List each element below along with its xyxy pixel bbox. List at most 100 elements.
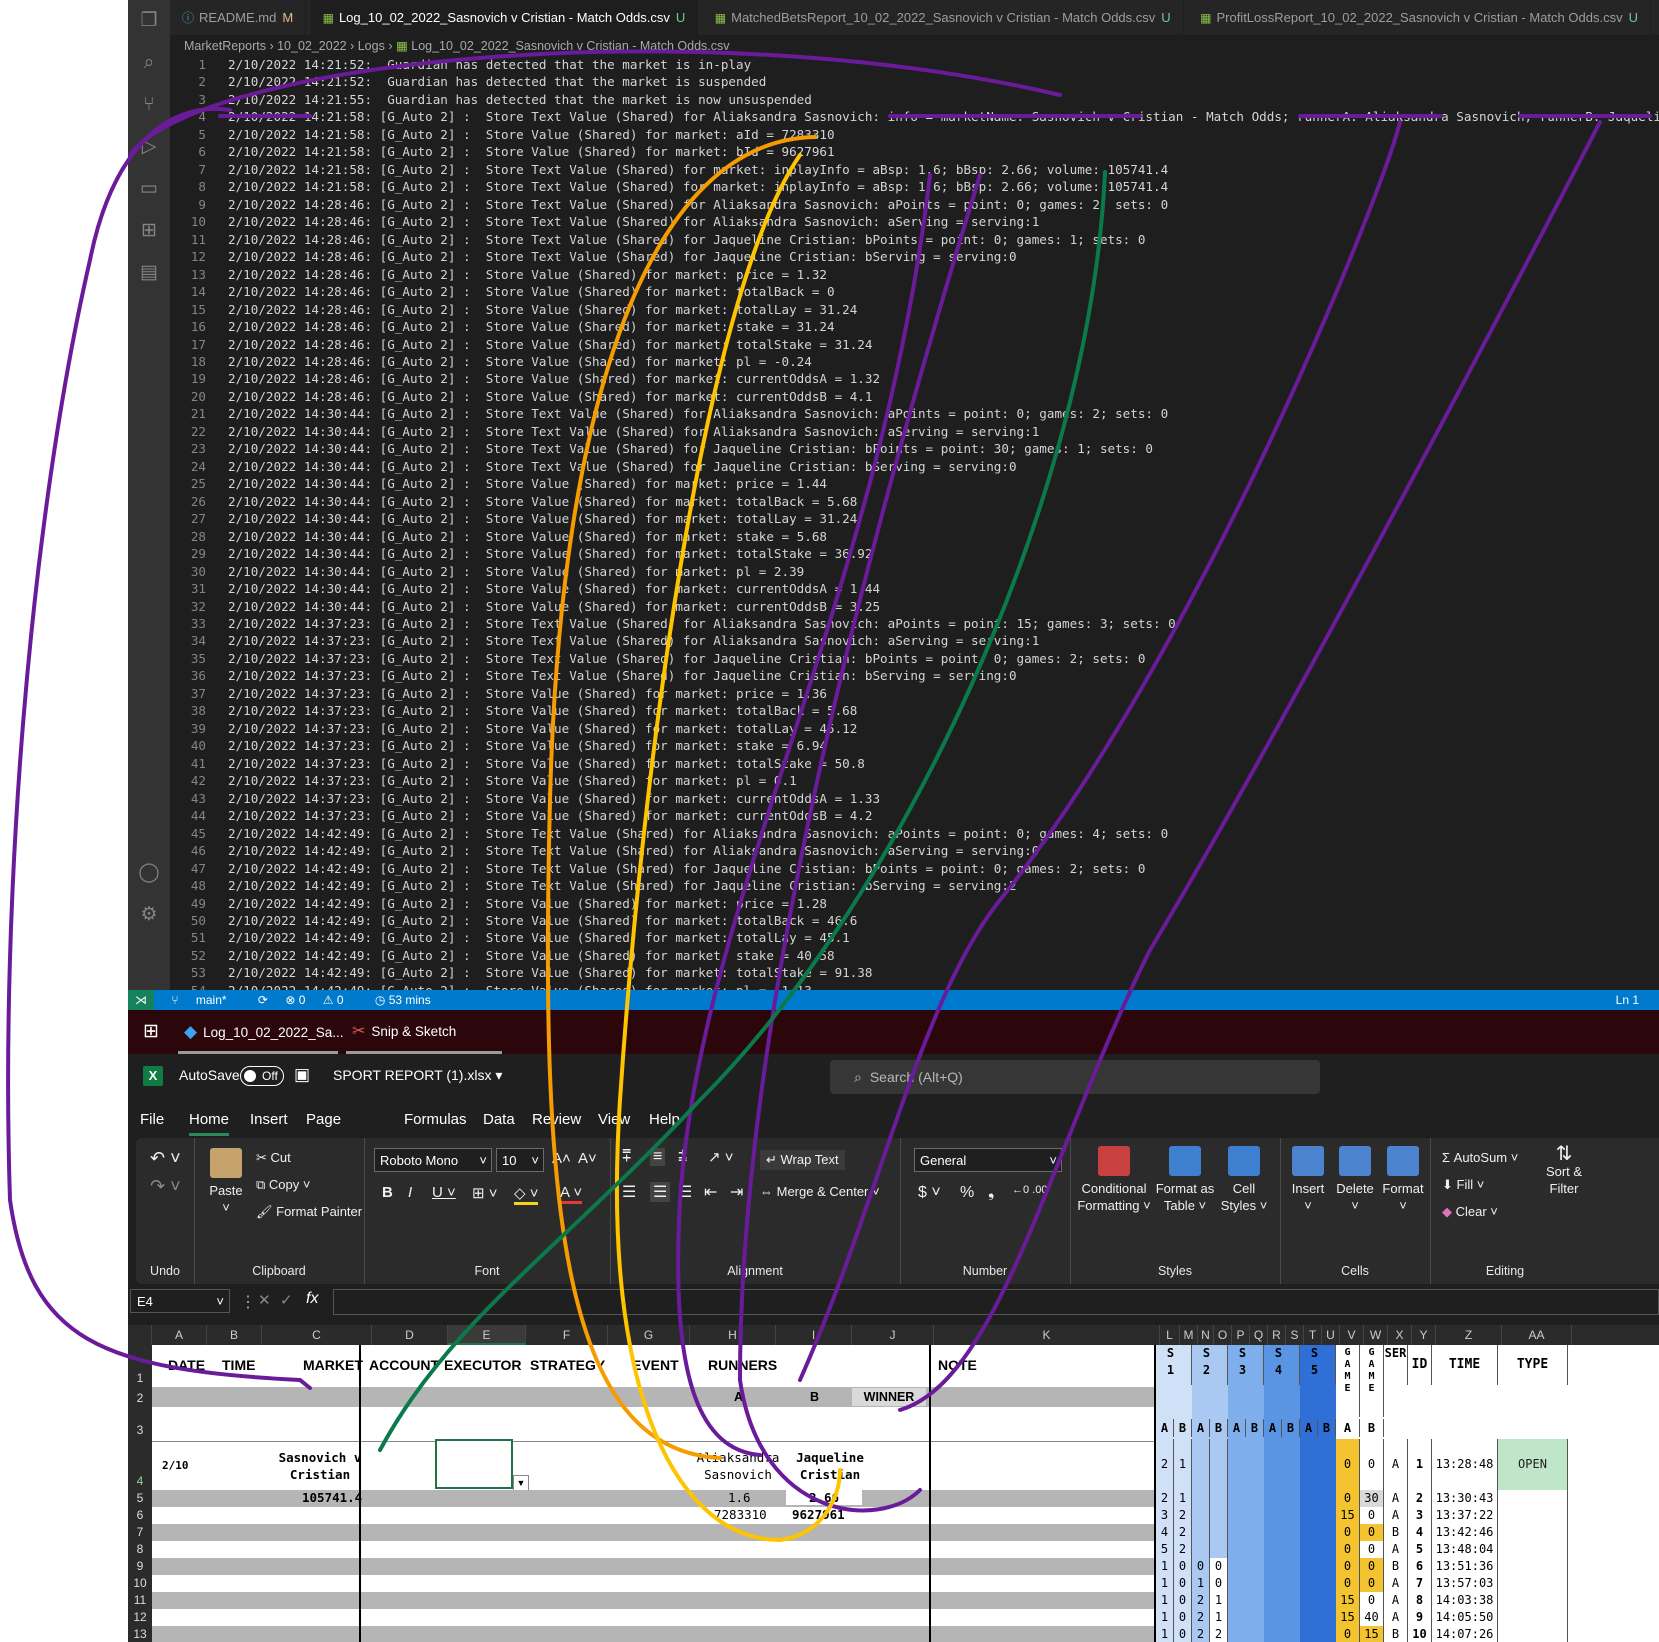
- type-cell[interactable]: [1498, 1507, 1568, 1524]
- code-line[interactable]: 34 2/10/2022 14:37:23: [G_Auto 2] : Store…: [170, 632, 1659, 649]
- set-header-b[interactable]: B: [1210, 1419, 1228, 1437]
- currency-icon[interactable]: $ ˅: [918, 1184, 941, 1202]
- font-size-select[interactable]: 10 ˅: [496, 1148, 544, 1172]
- code-line[interactable]: 23 2/10/2022 14:30:44: [G_Auto 2] : Store…: [170, 440, 1659, 457]
- decimal-icon[interactable]: ←0 .00: [1012, 1184, 1047, 1196]
- score-cell[interactable]: 1: [1156, 1592, 1174, 1609]
- cell-id-b[interactable]: 9627961: [792, 1507, 845, 1522]
- time-cell[interactable]: 14:07:26: [1432, 1626, 1498, 1642]
- taskbar-item-snip[interactable]: ✂ Snip & Sketch: [346, 1010, 502, 1054]
- serve-cell[interactable]: A: [1384, 1507, 1408, 1524]
- cell-runner-b[interactable]: Jaqueline Cristian: [786, 1449, 874, 1483]
- row-header[interactable]: 3: [128, 1423, 152, 1437]
- code-line[interactable]: 33 2/10/2022 14:37:23: [G_Auto 2] : Store…: [170, 615, 1659, 632]
- code-line[interactable]: 39 2/10/2022 14:37:23: [G_Auto 2] : Store…: [170, 720, 1659, 737]
- code-line[interactable]: 44 2/10/2022 14:37:23: [G_Auto 2] : Store…: [170, 807, 1659, 824]
- fill-color-icon[interactable]: ◇ ˅: [514, 1184, 539, 1205]
- code-line[interactable]: 16 2/10/2022 14:28:46: [G_Auto 2] : Store…: [170, 318, 1659, 335]
- type-header[interactable]: TYPE: [1498, 1345, 1568, 1385]
- column-header[interactable]: H: [690, 1325, 776, 1345]
- serve-cell[interactable]: A: [1384, 1609, 1408, 1626]
- set-header-b[interactable]: B: [1318, 1419, 1336, 1437]
- column-header[interactable]: I: [776, 1325, 852, 1345]
- autosave-toggle[interactable]: Off: [240, 1066, 284, 1086]
- score-cell[interactable]: 4: [1156, 1524, 1174, 1541]
- cell-id-a[interactable]: 7283310: [714, 1507, 767, 1522]
- breadcrumb-item[interactable]: 10_02_2022: [277, 39, 347, 53]
- score-cell[interactable]: [1192, 1541, 1210, 1558]
- align-center-icon[interactable]: ☰: [650, 1182, 671, 1202]
- time-cell[interactable]: 13:37:22: [1432, 1507, 1498, 1524]
- tab-page-layout[interactable]: Page Layout: [306, 1102, 351, 1164]
- code-line[interactable]: 24 2/10/2022 14:30:44: [G_Auto 2] : Store…: [170, 458, 1659, 475]
- code-line[interactable]: 40 2/10/2022 14:37:23: [G_Auto 2] : Store…: [170, 737, 1659, 754]
- docker-icon[interactable]: ▤: [136, 260, 162, 286]
- score-cell[interactable]: [1192, 1524, 1210, 1541]
- game-b-cell[interactable]: 30: [1360, 1490, 1384, 1507]
- tab-formulas[interactable]: Formulas: [404, 1102, 467, 1138]
- branch-indicator[interactable]: ⑂ main*: [171, 993, 240, 1007]
- code-line[interactable]: 3 2/10/2022 14:21:55: Guardian has detect…: [170, 91, 1659, 108]
- code-line[interactable]: 49 2/10/2022 14:42:49: [G_Auto 2] : Store…: [170, 895, 1659, 912]
- code-line[interactable]: 15 2/10/2022 14:28:46: [G_Auto 2] : Store…: [170, 301, 1659, 318]
- problems-indicator[interactable]: ⊗ 0 ⚠ 0: [285, 993, 357, 1007]
- id-cell[interactable]: 10: [1408, 1626, 1432, 1642]
- cell-bsp-a[interactable]: 1.6: [728, 1490, 751, 1505]
- row-header[interactable]: 13: [128, 1627, 152, 1641]
- id-cell[interactable]: 5: [1408, 1541, 1432, 1558]
- column-header[interactable]: X: [1388, 1325, 1412, 1345]
- cell-styles-button[interactable]: Cell Styles ˅: [1218, 1146, 1270, 1214]
- search-icon[interactable]: ⌕: [136, 50, 162, 76]
- id-cell[interactable]: 4: [1408, 1524, 1432, 1541]
- column-header[interactable]: J: [852, 1325, 934, 1345]
- column-header[interactable]: T: [1304, 1325, 1322, 1345]
- id-cell[interactable]: 7: [1408, 1575, 1432, 1592]
- enter-icon[interactable]: ✓: [280, 1291, 293, 1309]
- tab-review[interactable]: Review: [532, 1102, 581, 1138]
- dropdown-arrow-icon[interactable]: ▼: [513, 1475, 529, 1491]
- serve-cell[interactable]: A: [1384, 1541, 1408, 1558]
- serve-cell[interactable]: A: [1384, 1490, 1408, 1507]
- code-line[interactable]: 29 2/10/2022 14:30:44: [G_Auto 2] : Store…: [170, 545, 1659, 562]
- score-cell[interactable]: 0: [1174, 1592, 1192, 1609]
- column-header[interactable]: U: [1322, 1325, 1340, 1345]
- format-button[interactable]: Format ˅: [1380, 1146, 1426, 1214]
- code-line[interactable]: 4 2/10/2022 14:21:58: [G_Auto 2] : Store …: [170, 108, 1659, 125]
- serve-cell[interactable]: A: [1384, 1439, 1408, 1490]
- fill-button[interactable]: ⬇ Fill ˅: [1442, 1177, 1484, 1193]
- score-cell[interactable]: 2: [1192, 1626, 1210, 1642]
- conditional-formatting-button[interactable]: Conditional Formatting ˅: [1076, 1146, 1152, 1214]
- game-b-cell[interactable]: 0: [1360, 1575, 1384, 1592]
- game-a-cell[interactable]: 0: [1336, 1524, 1360, 1541]
- search-box[interactable]: ⌕ Search (Alt+Q): [830, 1060, 1320, 1094]
- score-cell[interactable]: 0: [1210, 1575, 1228, 1592]
- delete-button[interactable]: Delete ˅: [1332, 1146, 1378, 1214]
- code-line[interactable]: 45 2/10/2022 14:42:49: [G_Auto 2] : Store…: [170, 825, 1659, 842]
- merge-center-button[interactable]: ⇔ Merge & Center ˅: [760, 1184, 880, 1199]
- cursor-position[interactable]: Ln 1: [1616, 990, 1639, 1010]
- row-header[interactable]: 8: [128, 1542, 152, 1556]
- score-cell[interactable]: 1: [1156, 1609, 1174, 1626]
- cell-market[interactable]: Sasnovich v Cristian: [260, 1449, 380, 1483]
- number-format-select[interactable]: General ˅: [914, 1148, 1062, 1172]
- serve-header[interactable]: SER: [1384, 1345, 1408, 1385]
- code-editor[interactable]: 1 2/10/2022 14:21:52: Guardian has detect…: [170, 56, 1659, 990]
- account-icon[interactable]: ◯: [136, 860, 162, 886]
- type-cell[interactable]: [1498, 1490, 1568, 1507]
- game-b-cell[interactable]: 0: [1360, 1592, 1384, 1609]
- run-debug-icon[interactable]: ▷: [136, 134, 162, 160]
- cut-button[interactable]: ✂ Cut: [256, 1150, 291, 1166]
- row-header[interactable]: 2: [128, 1391, 152, 1405]
- game-a-cell[interactable]: 0: [1336, 1490, 1360, 1507]
- cell-bsp-b[interactable]: 2.66: [786, 1490, 862, 1505]
- game-header-a[interactable]: GAME: [1336, 1345, 1360, 1417]
- tab-view[interactable]: View: [598, 1102, 630, 1138]
- score-cell[interactable]: 2: [1174, 1507, 1192, 1524]
- code-line[interactable]: 7 2/10/2022 14:21:58: [G_Auto 2] : Store …: [170, 161, 1659, 178]
- undo-icon[interactable]: ↶ ˅: [150, 1148, 181, 1169]
- align-right-icon[interactable]: ☰: [678, 1182, 692, 1202]
- score-cell[interactable]: 2: [1156, 1490, 1174, 1507]
- code-line[interactable]: 1 2/10/2022 14:21:52: Guardian has detect…: [170, 56, 1659, 73]
- file-name[interactable]: SPORT REPORT (1).xlsx ▾: [333, 1067, 502, 1084]
- serve-cell[interactable]: B: [1384, 1558, 1408, 1575]
